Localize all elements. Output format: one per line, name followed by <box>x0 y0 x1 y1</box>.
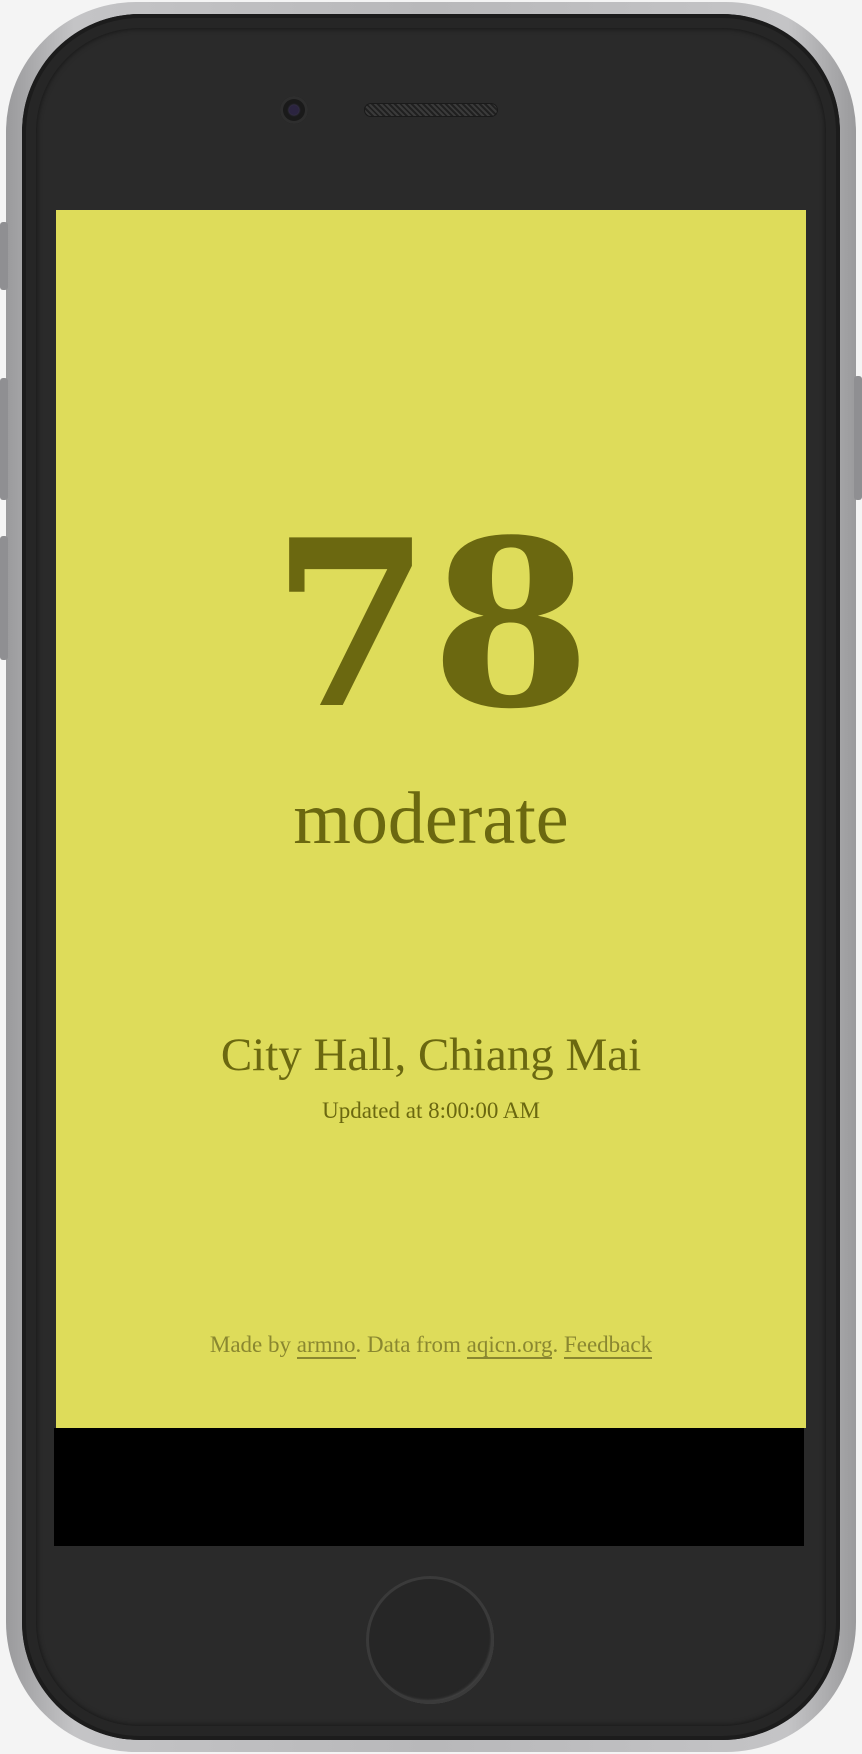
aqi-level-label: moderate <box>293 778 569 860</box>
aqi-value: 78 <box>270 490 592 760</box>
volume-down-button <box>0 536 8 660</box>
home-button[interactable] <box>366 1576 494 1704</box>
footer-data-from-text: . Data from <box>355 1332 467 1357</box>
footer-made-by-text: Made by <box>209 1332 297 1357</box>
volume-up-button <box>0 378 8 500</box>
station-name: City Hall, Chiang Mai <box>220 1029 642 1081</box>
footer-separator: . <box>552 1332 564 1357</box>
aqi-screen: 78 moderate City Hall, Chiang Mai Update… <box>56 210 806 1428</box>
bottom-black-area <box>54 1428 804 1546</box>
author-link[interactable]: armno <box>296 1332 356 1359</box>
updated-time: Updated at 8:00:00 AM <box>322 1098 540 1123</box>
power-button <box>854 376 862 500</box>
aqicn-link[interactable]: aqicn.org <box>466 1332 553 1359</box>
footer-credits: Made by armno. Data from aqicn.org. Feed… <box>56 1331 806 1359</box>
earpiece-speaker <box>364 103 498 117</box>
front-camera-icon <box>280 96 308 124</box>
silent-switch <box>0 222 8 290</box>
feedback-link[interactable]: Feedback <box>563 1332 653 1359</box>
